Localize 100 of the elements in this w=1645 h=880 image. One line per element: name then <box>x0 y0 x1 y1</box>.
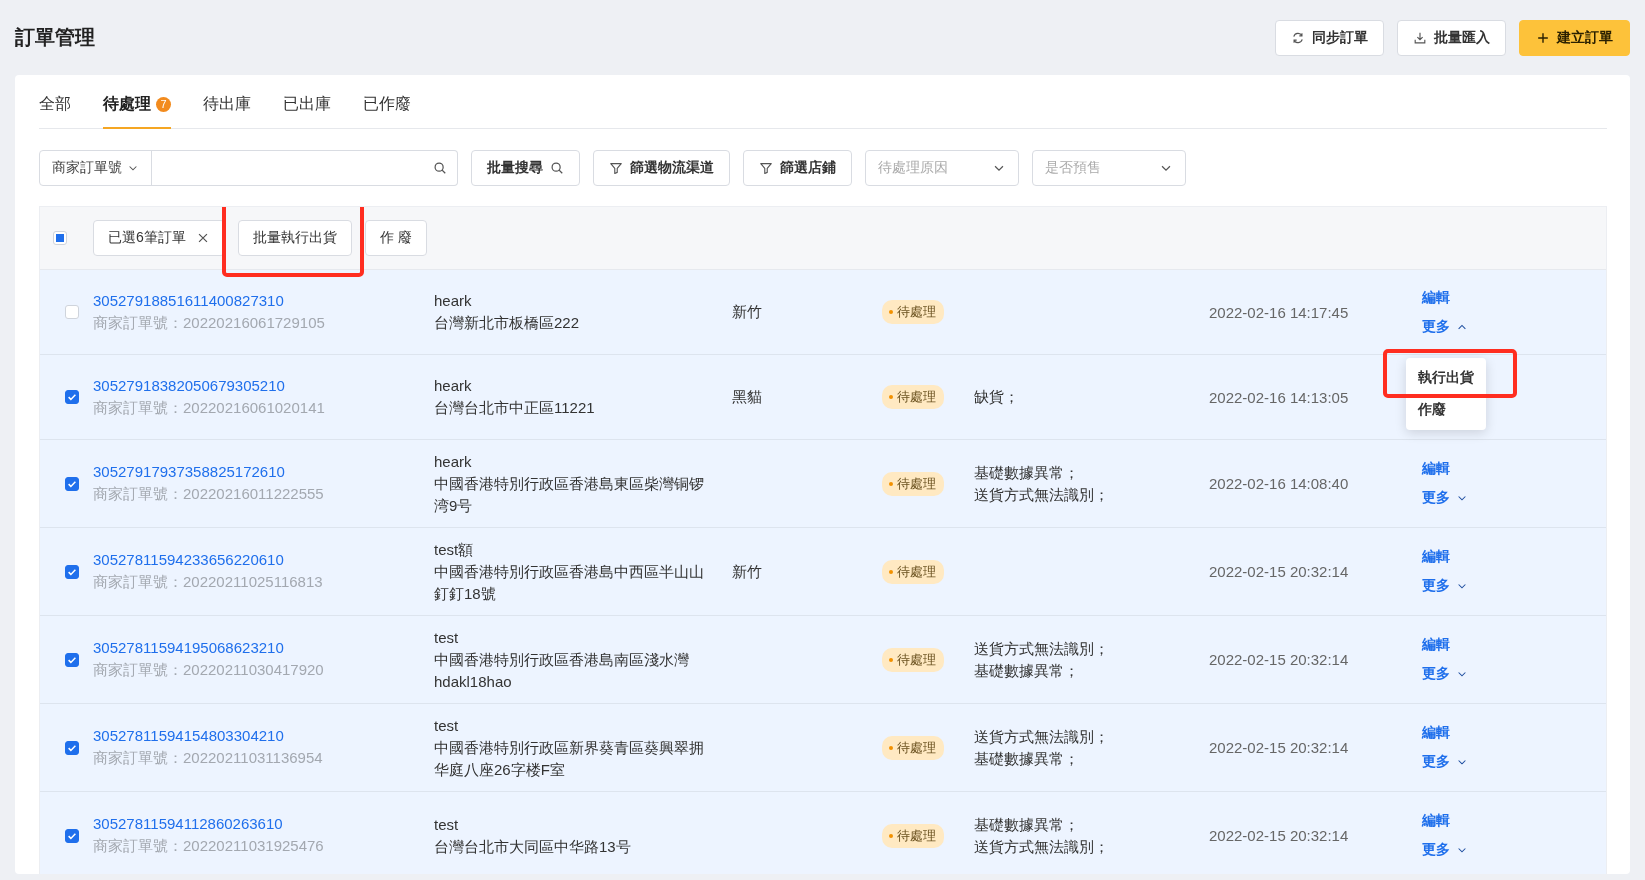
recipient-name: heark <box>434 451 473 472</box>
pending-reason: 送貨方式無法識別； <box>974 484 1110 505</box>
merchant-order-number: 商家訂單號：20220211030417920 <box>93 661 325 680</box>
order-number-link[interactable]: 30527811594233656220610 <box>93 551 434 568</box>
edit-link[interactable]: 編輯 <box>1422 288 1450 307</box>
more-link[interactable]: 更多 <box>1422 841 1468 859</box>
edit-link[interactable]: 編輯 <box>1422 724 1450 742</box>
recipient-name: test額 <box>434 539 475 560</box>
address: 中國香港特別行政區新界葵青區葵興翠拥华庭八座26字楼F室 <box>434 737 705 780</box>
logistics-carrier: 黑貓 <box>732 388 762 405</box>
tab[interactable]: 已作廢 <box>363 75 411 129</box>
plus-icon <box>1536 30 1550 45</box>
sync-icon <box>1291 30 1305 45</box>
sync-button[interactable]: 同步訂單 <box>1275 19 1384 56</box>
pending-reason: 基礎數據異常； <box>974 814 1080 835</box>
merchant-order-number: 商家訂單號：20220216061020141 <box>93 398 326 418</box>
merchant-order-number: 商家訂單號：20220211031136954 <box>93 749 324 768</box>
menu-item[interactable]: 執行出貨 <box>1406 362 1486 394</box>
dropdown[interactable]: 待處理原因 <box>865 150 1019 186</box>
edit-link[interactable]: 編輯 <box>1422 460 1450 478</box>
status-badge: 待處理 <box>882 385 944 409</box>
pending-reason: 缺貨； <box>974 387 1020 407</box>
edit-link[interactable]: 編輯 <box>1422 812 1450 830</box>
order-number-link[interactable]: 30527918382050679305210 <box>93 376 434 394</box>
address: 台灣台北市大同區中华路13号 <box>434 836 632 857</box>
order-time: 2022-02-15 20:32:14 <box>1209 651 1349 668</box>
edit-link[interactable]: 編輯 <box>1422 548 1450 566</box>
batch-search-button[interactable]: 批量搜尋 <box>471 150 580 186</box>
merchant-order-number: 商家訂單號：20220216011222555 <box>93 485 325 504</box>
page-title: 訂單管理 <box>15 25 95 50</box>
merchant-order-number: 商家訂單號：20220216061729105 <box>93 313 326 333</box>
search-field[interactable] <box>151 150 458 186</box>
more-link[interactable]: 更多 <box>1422 317 1468 336</box>
dropdown[interactable]: 是否預售 <box>1032 150 1186 186</box>
order-number-link[interactable]: 30527811594112860263610 <box>93 815 434 832</box>
order-number-link[interactable]: 30527918851611400827310 <box>93 291 434 309</box>
recipient-name: heark <box>434 291 473 311</box>
download-icon <box>1413 30 1427 45</box>
recipient-name: test <box>434 814 460 835</box>
address: 台灣台北市中正區11221 <box>434 398 596 418</box>
checkbox[interactable] <box>64 652 79 667</box>
address: 中國香港特別行政區香港島中西區半山山釘釘18號 <box>434 561 705 604</box>
search-icon <box>550 161 564 175</box>
order-number-link[interactable]: 30527811594154803304210 <box>93 727 434 744</box>
recipient-name: test <box>434 715 460 736</box>
order-time: 2022-02-16 14:17:45 <box>1209 303 1349 321</box>
edit-link[interactable]: 編輯 <box>1422 636 1450 654</box>
checkbox[interactable] <box>64 564 79 579</box>
logistics-carrier: 新竹 <box>732 303 762 320</box>
more-link[interactable]: 更多 <box>1422 489 1468 507</box>
order-time: 2022-02-15 20:32:14 <box>1209 827 1349 844</box>
void-button[interactable]: 作 廢 <box>364 220 427 256</box>
recipient-name: heark <box>434 376 473 396</box>
pending-reason: 基礎數據異常； <box>974 660 1080 681</box>
filter-button[interactable]: 篩選物流渠道 <box>593 150 730 186</box>
status-badge: 待處理 <box>882 300 944 324</box>
checkbox[interactable] <box>64 390 79 404</box>
status-badge: 待處理 <box>882 559 944 584</box>
funnel-icon <box>759 161 773 175</box>
tab[interactable]: 待出庫 <box>203 75 251 129</box>
merchant-order-number: 商家訂單號：20220211031925476 <box>93 837 325 856</box>
filter-button[interactable]: 篩選店鋪 <box>743 150 852 186</box>
status-badge: 待處理 <box>882 823 944 848</box>
tab[interactable]: 已出庫 <box>283 75 331 129</box>
status-badge: 待處理 <box>882 647 944 672</box>
status-badge: 待處理 <box>882 471 944 496</box>
order-time: 2022-02-15 20:32:14 <box>1209 563 1349 580</box>
more-link[interactable]: 更多 <box>1422 665 1468 683</box>
menu-item[interactable]: 作廢 <box>1406 394 1486 426</box>
selection-text: 已選6筆訂單 <box>108 229 186 247</box>
pending-reason: 送貨方式無法識別； <box>974 726 1110 747</box>
checkbox[interactable] <box>64 740 79 755</box>
order-time: 2022-02-16 14:08:40 <box>1209 475 1349 492</box>
create-order-button[interactable]: 建立訂單 <box>1519 19 1630 56</box>
funnel-icon <box>609 161 623 175</box>
order-number-link[interactable]: 30527811594195068623210 <box>93 639 434 656</box>
order-time: 2022-02-15 20:32:14 <box>1209 739 1349 756</box>
logistics-carrier: 新竹 <box>732 562 762 580</box>
address: 中國香港特別行政區香港島東區柴灣铜锣湾9号 <box>434 473 705 516</box>
order-time: 2022-02-16 14:13:05 <box>1209 388 1349 406</box>
search-icon <box>433 161 447 175</box>
merchant-order-number: 商家訂單號：20220211025116813 <box>93 573 324 592</box>
address: 台灣新北市板橋區222 <box>434 313 581 333</box>
more-link[interactable]: 更多 <box>1422 753 1468 771</box>
pending-reason: 送貨方式無法識別； <box>974 836 1110 857</box>
address: 中國香港特別行政區香港島南區淺水灣hdakl18hao <box>434 649 690 692</box>
pending-reason: 基礎數據異常； <box>974 462 1080 483</box>
field-type-select[interactable]: 商家訂單號 <box>39 150 152 186</box>
count-badge: 7 <box>156 96 171 112</box>
status-badge: 待處理 <box>882 735 944 760</box>
import-button[interactable]: 批量匯入 <box>1397 19 1506 56</box>
checkbox[interactable] <box>64 828 79 843</box>
recipient-name: test <box>434 627 460 648</box>
order-number-link[interactable]: 30527917937358825172610 <box>93 463 434 480</box>
tab[interactable]: 待處理 7 <box>103 75 171 129</box>
more-link[interactable]: 更多 <box>1422 577 1468 595</box>
bulk-ship-button[interactable]: 批量執行出貨 <box>237 220 352 256</box>
tab[interactable]: 全部 <box>39 75 71 129</box>
checkbox[interactable] <box>64 476 79 491</box>
pending-reason: 送貨方式無法識別； <box>974 638 1110 659</box>
